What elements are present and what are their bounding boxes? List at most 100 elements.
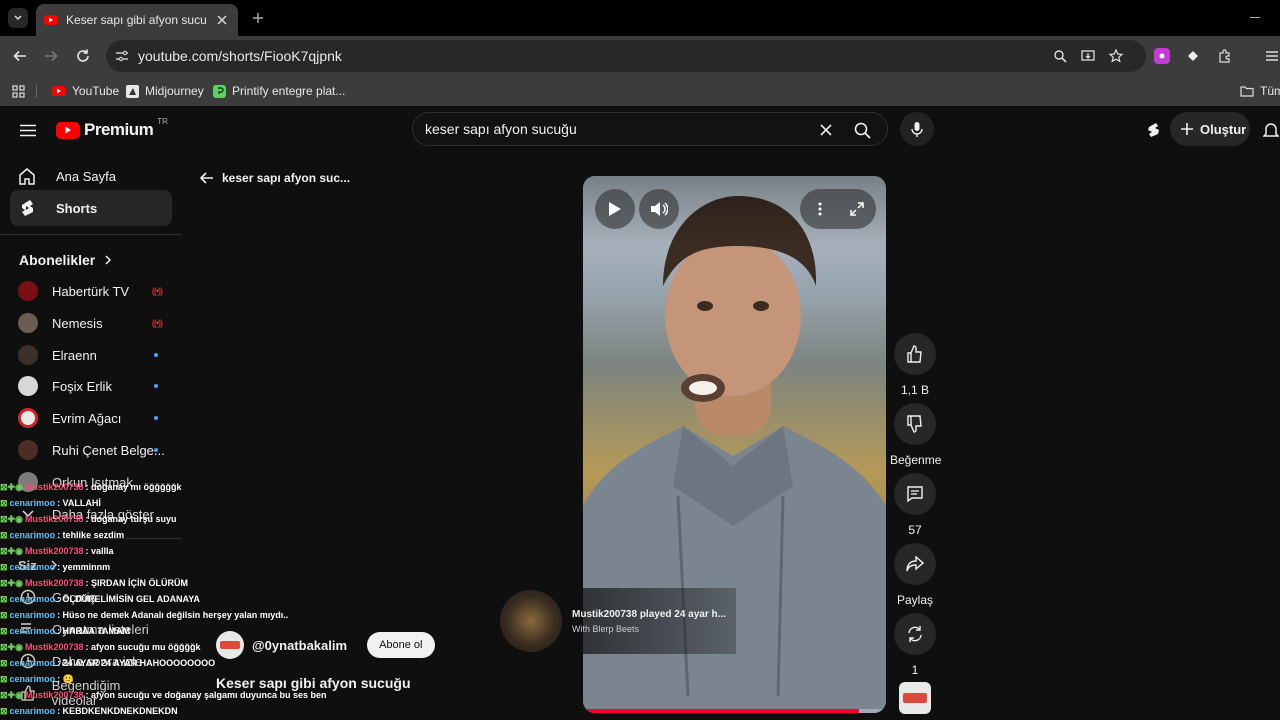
chat-message: ⊠ cenarimoo: ÖLDÜRELİMİSİN GEL ADANAYA (0, 592, 200, 606)
apps-grid-icon[interactable] (10, 83, 26, 99)
bookmark-midjourney[interactable]: Midjourney (126, 81, 204, 101)
chat-badge-icon: ⊠ (0, 705, 8, 716)
avatar (18, 408, 38, 428)
search-box[interactable]: keser sapı afyon sucuğu (412, 112, 888, 146)
microphone-icon[interactable] (900, 112, 934, 146)
share-button[interactable] (894, 543, 936, 585)
channel-handle[interactable]: @0ynatbakalim (252, 638, 347, 653)
chat-text: : VALLAHİ (57, 498, 101, 508)
notifications-bell-icon[interactable] (1262, 120, 1280, 140)
channel-name: Elraenn (52, 347, 97, 363)
chat-badge-icon: ⊠ (0, 673, 8, 684)
search-back-link[interactable]: keser sapı afyon suc... (200, 168, 350, 188)
subscribe-button[interactable]: Abone ol (367, 632, 435, 658)
remix-button[interactable] (894, 613, 936, 655)
hamburger-menu-icon[interactable] (18, 120, 38, 140)
music-attribution[interactable]: Mustik200738 played 24 ayar h... With Bl… (500, 588, 736, 654)
avatar (18, 440, 38, 460)
comments-button[interactable] (894, 473, 936, 515)
chat-message: ⊠ cenarimoo: HARAA TAMAM (0, 624, 130, 638)
channel-avatar[interactable] (216, 631, 244, 659)
subscriptions-label: Abonelikler (19, 252, 96, 268)
close-tab-icon[interactable] (214, 12, 230, 28)
channel-name: Evrim Ağacı (52, 410, 122, 426)
forward-arrow-icon[interactable] (41, 46, 61, 66)
sidebar-sub-ruhi[interactable]: Ruhi Çenet Belge... (18, 436, 168, 464)
share-action[interactable]: Paylaş (894, 543, 936, 607)
chat-username: cenarimoo (9, 674, 56, 684)
short-title[interactable]: Keser sapı gibi afyon sucuğu (216, 675, 411, 691)
chat-username: cenarimoo (9, 626, 56, 636)
reload-icon[interactable] (73, 46, 93, 66)
bookmark-all-folder[interactable]: Tüm (1240, 81, 1280, 101)
clear-search-icon[interactable] (816, 120, 836, 140)
channel-thumbnail-small[interactable] (899, 682, 931, 714)
play-button[interactable] (595, 189, 635, 229)
chat-badge-icon: ⊠✚◉ (0, 481, 23, 492)
bookmark-star-icon[interactable] (1108, 48, 1124, 64)
new-content-dot (154, 353, 158, 357)
chat-username: Mustik200738 (24, 514, 84, 524)
extension-diamond-icon[interactable] (1185, 48, 1201, 64)
chat-text: : afyon sucuğu ve doğanay şalgamı duyunc… (85, 690, 327, 700)
sidebar-item-label: Shorts (56, 200, 98, 216)
dislike-action[interactable]: Beğenme (890, 403, 941, 467)
sidebar-sub-nemesis[interactable]: Nemesis ((•)) (18, 309, 168, 337)
comments-action[interactable]: 57 (894, 473, 936, 537)
avatar (18, 313, 38, 333)
like-button[interactable] (894, 333, 936, 375)
chat-message: ⊠ cenarimoo: Hüso ne demek Adanalı değils… (0, 608, 288, 622)
new-tab-icon[interactable] (250, 10, 266, 26)
new-content-dot (154, 384, 158, 388)
subscriptions-header[interactable]: Abonelikler (19, 250, 112, 270)
channel-name: Nemesis (52, 315, 103, 331)
chat-badge-icon: ⊠✚◉ (0, 577, 23, 588)
new-content-dot (154, 416, 158, 420)
more-options-icon[interactable] (810, 199, 830, 219)
logo-country: TR (157, 117, 168, 126)
extension-pink-icon[interactable] (1154, 48, 1170, 64)
bookmark-printify[interactable]: Printify entegre plat... (213, 81, 345, 101)
chat-text: : Hüso ne demek Adanalı değilsin herşey … (57, 610, 289, 620)
chat-badge-icon: ⊠✚◉ (0, 689, 23, 700)
sidebar-sub-evrim[interactable]: Evrim Ağacı (18, 404, 168, 432)
tab-search-button[interactable] (8, 8, 28, 28)
zoom-icon[interactable] (1052, 48, 1068, 64)
back-arrow-icon[interactable] (10, 46, 30, 66)
youtube-premium-logo[interactable]: Premium TR (56, 117, 168, 141)
sidepanel-icon[interactable] (1264, 48, 1280, 64)
music-text: Mustik200738 played 24 ayar h... With Bl… (572, 609, 726, 634)
sidebar-sub-elraenn[interactable]: Elraenn (18, 341, 168, 369)
browser-tab-active[interactable]: Keser sapı gibi afyon sucuğu - Y (36, 4, 238, 36)
like-action[interactable]: 1,1 B (894, 333, 936, 397)
chat-text: : afyon sucuğu mu öğğğğk (85, 642, 201, 652)
address-bar[interactable]: youtube.com/shorts/FiooK7qjpnk (106, 40, 1146, 72)
install-app-icon[interactable] (1080, 48, 1096, 64)
sidebar-item-shorts[interactable]: Shorts (10, 190, 172, 226)
volume-button[interactable] (639, 189, 679, 229)
sidebar-sub-fosix[interactable]: Foşix Erlik (18, 372, 168, 400)
url-text: youtube.com/shorts/FiooK7qjpnk (138, 48, 342, 64)
shorts-create-icon[interactable] (1144, 120, 1164, 140)
channel-logo-icon (903, 693, 927, 703)
sidebar-sub-haberturk[interactable]: Habertürk TV ((•)) (18, 277, 168, 305)
minimize-window-icon[interactable] (1250, 17, 1260, 18)
extensions-puzzle-icon[interactable] (1217, 48, 1233, 64)
live-indicator-icon: ((•)) (151, 318, 163, 328)
bookmark-label: YouTube (72, 84, 120, 98)
dislike-button[interactable] (894, 403, 936, 445)
progress-track[interactable] (583, 709, 886, 713)
fullscreen-icon[interactable] (847, 199, 867, 219)
bookmark-label: Tüm (1260, 84, 1280, 98)
search-icon[interactable] (852, 120, 872, 140)
bookmark-youtube[interactable]: YouTube (52, 81, 119, 101)
remix-count: 1 (911, 663, 919, 677)
site-settings-icon[interactable] (114, 48, 130, 64)
remix-action[interactable]: 1 (894, 613, 936, 677)
sidebar-item-home[interactable]: Ana Sayfa (10, 158, 172, 194)
create-button[interactable]: Oluştur (1170, 112, 1250, 146)
chat-message: ⊠ cenarimoo: tehlike sezdim (0, 528, 124, 542)
chat-badge-icon: ⊠✚◉ (0, 513, 23, 524)
live-indicator-icon: ((•)) (151, 286, 163, 296)
url-value: youtube.com/shorts/FiooK7qjpnk (138, 48, 342, 64)
